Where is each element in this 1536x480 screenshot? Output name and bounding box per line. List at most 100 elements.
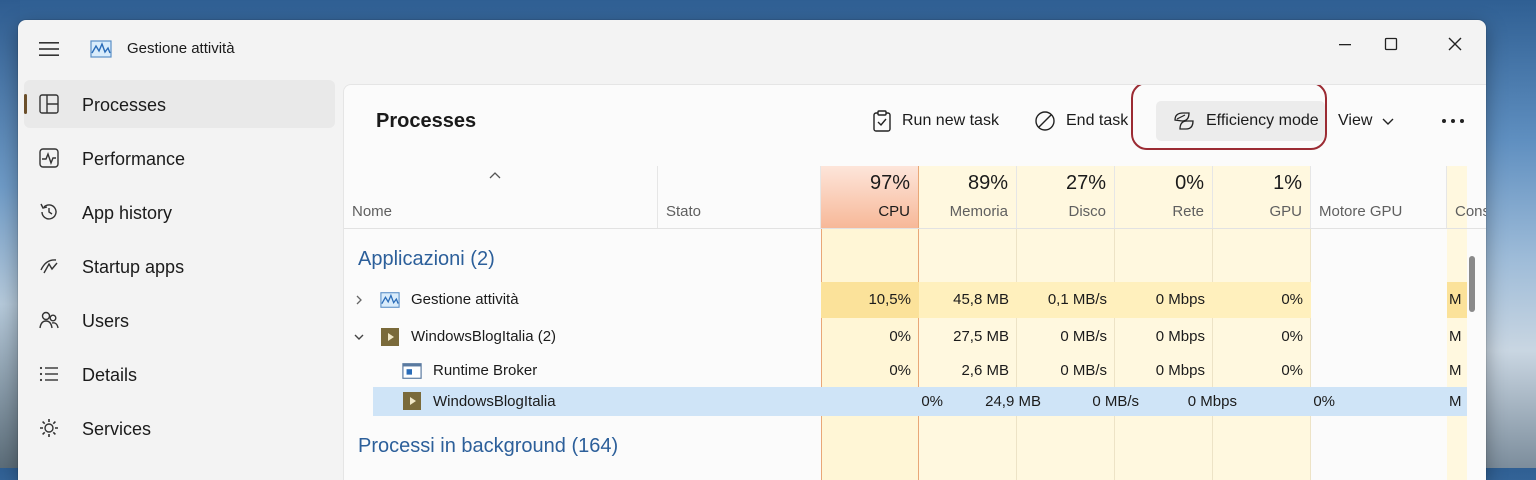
- users-icon: [39, 311, 59, 329]
- memory-value: 24,9 MB: [985, 393, 1041, 410]
- gpu-value: 0%: [1281, 362, 1303, 379]
- scrollbar-thumb[interactable]: [1469, 256, 1475, 312]
- efficiency-mode-label: Efficiency mode: [1206, 112, 1319, 129]
- table-row[interactable]: Gestione attività 10,5% 45,8 MB 0,1 MB/s…: [344, 282, 1467, 318]
- power-value: M: [1449, 393, 1462, 410]
- hamburger-menu-icon[interactable]: [38, 40, 60, 58]
- cpu-value: 0%: [889, 328, 911, 345]
- services-icon: [40, 419, 58, 437]
- close-icon: [1448, 37, 1462, 51]
- close-button[interactable]: [1432, 26, 1478, 62]
- group-heading-apps[interactable]: Applicazioni (2): [358, 248, 495, 271]
- gpu-value: 0%: [1281, 328, 1303, 345]
- sidebar-item-details[interactable]: Details: [24, 350, 335, 398]
- column-header-label: Disco: [1068, 203, 1106, 220]
- run-new-task-label: Run new task: [902, 112, 999, 129]
- page-title: Processes: [376, 110, 477, 132]
- sidebar-item-label: Processes: [82, 95, 167, 115]
- view-dropdown[interactable]: View: [1332, 101, 1400, 141]
- column-header-disk[interactable]: 27% Disco: [1017, 166, 1115, 228]
- cpu-value: 0%: [921, 393, 943, 410]
- process-name: Runtime Broker: [433, 362, 538, 379]
- memory-value: 27,5 MB: [953, 328, 1009, 345]
- performance-icon: [39, 148, 59, 168]
- column-header-label: Cons: [1455, 203, 1486, 220]
- network-value: 0 Mbps: [1155, 362, 1205, 379]
- table-row[interactable]: Runtime Broker 0% 2,6 MB 0 MB/s 0 Mbps 0…: [344, 356, 1464, 386]
- process-name: WindowsBlogItalia: [433, 393, 556, 410]
- sidebar-item-app-history[interactable]: App history: [24, 188, 335, 236]
- sidebar-item-services[interactable]: Services: [24, 404, 335, 452]
- network-total-percent: 0%: [1175, 172, 1204, 194]
- minimize-button[interactable]: [1322, 26, 1368, 62]
- maximize-button[interactable]: [1368, 26, 1414, 62]
- column-header-power[interactable]: Cons: [1447, 166, 1486, 228]
- view-label: View: [1338, 112, 1373, 129]
- desktop-wallpaper: [0, 0, 20, 468]
- title-bar: Gestione attività: [18, 20, 1486, 80]
- column-header-label: Rete: [1172, 203, 1204, 220]
- end-task-label: End task: [1066, 112, 1129, 129]
- gpu-value: 0%: [1313, 393, 1335, 410]
- chevron-down-icon: [1382, 118, 1394, 125]
- sidebar-item-label: Performance: [82, 149, 186, 169]
- sidebar-item-label: Details: [82, 365, 138, 385]
- cpu-total-percent: 97%: [869, 172, 910, 194]
- sort-ascending-icon[interactable]: [488, 170, 502, 180]
- sidebar-item-users[interactable]: Users: [24, 296, 335, 344]
- network-value: 0 Mbps: [1155, 328, 1205, 345]
- column-header-label: Memoria: [949, 203, 1008, 220]
- startup-apps-icon: [40, 259, 58, 274]
- column-header-status[interactable]: Stato: [658, 166, 821, 228]
- cpu-value: 0%: [889, 362, 911, 379]
- gpu-value: 0%: [1281, 291, 1303, 308]
- chevron-right-icon[interactable]: [353, 294, 365, 306]
- column-header-label: CPU: [878, 203, 910, 220]
- column-header-memory[interactable]: 89% Memoria: [919, 166, 1017, 228]
- column-header-cpu[interactable]: 97% CPU: [821, 166, 919, 228]
- network-value: 0 Mbps: [1187, 393, 1237, 410]
- column-header-label: Motore GPU: [1319, 203, 1403, 220]
- group-heading-background[interactable]: Processi in background (164): [358, 435, 618, 458]
- disk-value: 0 MB/s: [1060, 328, 1107, 345]
- column-header-label: Stato: [666, 203, 702, 220]
- column-header-network[interactable]: 0% Rete: [1115, 166, 1213, 228]
- sidebar-item-startup-apps[interactable]: Startup apps: [24, 242, 335, 290]
- table-row[interactable]: WindowsBlogItalia (2) 0% 27,5 MB 0 MB/s …: [344, 320, 1464, 354]
- disk-value: 0,1 MB/s: [1047, 291, 1107, 308]
- process-table: Nome Stato 97% CPU 89% Memoria 27% Disco…: [344, 166, 1486, 480]
- more-dots-icon: [1442, 119, 1464, 123]
- processes-icon: [39, 94, 59, 114]
- network-value: 0 Mbps: [1155, 291, 1205, 308]
- disk-value: 0 MB/s: [1060, 362, 1107, 379]
- gpu-total-percent: 1%: [1273, 172, 1302, 194]
- column-header-gpu[interactable]: 1% GPU: [1213, 166, 1311, 228]
- disk-value: 0 MB/s: [1092, 393, 1139, 410]
- memory-value: 45,8 MB: [953, 291, 1009, 308]
- minimize-icon: [1339, 44, 1351, 46]
- column-header-gpu-engine[interactable]: Motore GPU: [1311, 166, 1447, 228]
- cpu-value: 10,5%: [868, 291, 911, 308]
- app-history-icon: [40, 203, 57, 220]
- active-indicator: [24, 94, 27, 114]
- column-header-name[interactable]: Nome: [344, 166, 658, 228]
- vertical-scrollbar[interactable]: [1467, 250, 1477, 480]
- process-name: WindowsBlogItalia (2): [411, 328, 557, 345]
- runtime-broker-icon: [402, 363, 422, 379]
- chevron-down-icon[interactable]: [353, 331, 365, 343]
- memory-total-percent: 89%: [967, 172, 1008, 194]
- leaf-icon: [1174, 112, 1194, 130]
- task-manager-window: Gestione attività Processes Performance …: [18, 20, 1486, 480]
- task-manager-process-icon: [380, 292, 400, 308]
- disk-total-percent: 27%: [1065, 172, 1106, 194]
- end-task-button[interactable]: End task: [1028, 101, 1134, 141]
- table-row-selected[interactable]: WindowsBlogItalia 0% 24,9 MB 0 MB/s 0 Mb…: [373, 387, 1467, 416]
- sidebar-item-label: Services: [82, 419, 152, 439]
- run-new-task-button[interactable]: Run new task: [866, 101, 1005, 141]
- clipboard-task-icon: [873, 110, 891, 132]
- sidebar-item-processes[interactable]: Processes: [24, 80, 335, 128]
- app-title: Gestione attività: [127, 40, 235, 57]
- efficiency-mode-button[interactable]: Efficiency mode: [1156, 101, 1325, 141]
- sidebar-item-performance[interactable]: Performance: [24, 134, 335, 182]
- more-options-button[interactable]: [1433, 101, 1473, 141]
